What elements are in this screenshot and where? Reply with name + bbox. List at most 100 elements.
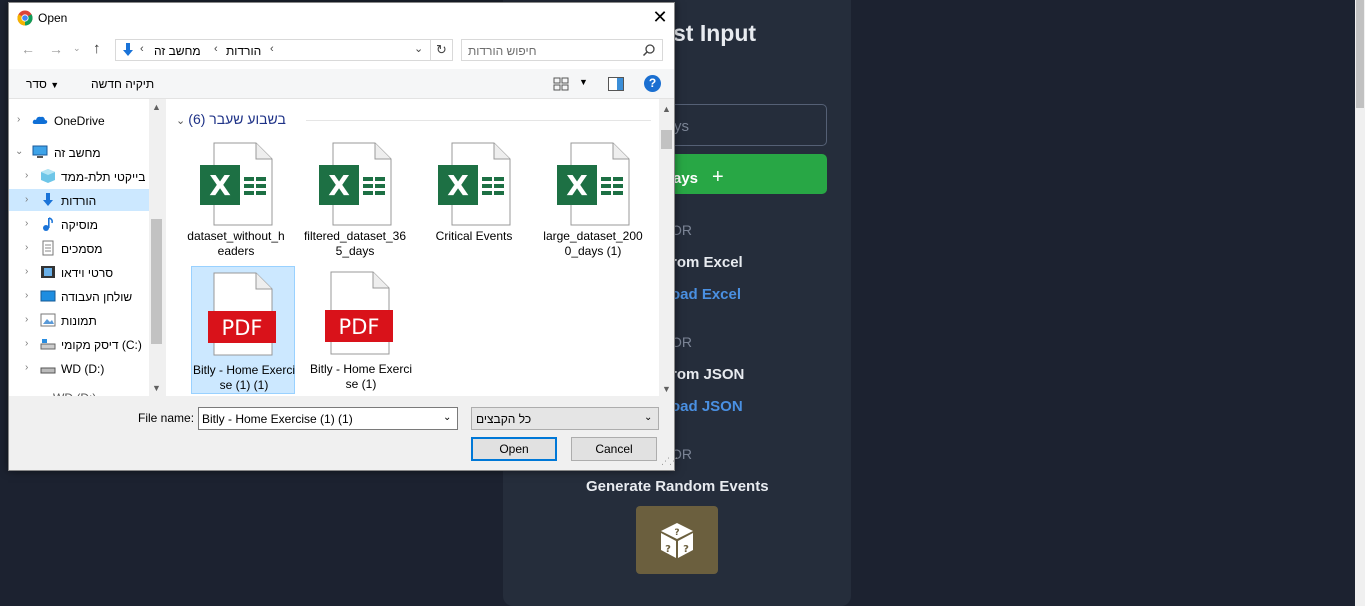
onedrive-icon [32,116,48,124]
from-excel-label: rom Excel [671,254,743,271]
nav-item-wd-drive-cut[interactable]: WD (D:) [9,386,149,396]
organize-button[interactable]: סדר ▼ [26,77,59,91]
scroll-up-icon[interactable]: ▲ [662,104,671,114]
desktop-icon [40,290,56,302]
resize-grip-icon[interactable]: ⋰⋰ [661,456,678,467]
file-pane-scroll-thumb[interactable] [661,130,672,149]
new-folder-button[interactable]: תיקיה חדשה [91,77,154,91]
page-scrollbar-thumb[interactable] [1356,0,1364,108]
expand-chevron-icon[interactable]: › [25,338,28,349]
file-type-value: כל הקבצים [476,412,532,426]
view-dropdown-icon[interactable]: ▼ [579,77,588,87]
expand-chevron-icon[interactable]: › [25,314,28,325]
nav-item-downloads[interactable]: › הורדות [9,189,149,211]
cancel-button[interactable]: Cancel [571,437,657,461]
upload-json-link[interactable]: oad JSON [671,398,743,415]
scroll-down-icon[interactable]: ▼ [152,383,161,393]
excel-file-icon: X [319,142,392,226]
nav-pane-scroll-thumb[interactable] [151,219,162,344]
open-file-dialog: Open ✕ ← → ⌄ ↑ ‹ מחשב זה ‹ הורדות ‹ ⌄ ↻ … [8,2,678,471]
dialog-toolbar: סדר ▼ תיקיה חדשה ▼ ? [9,69,674,99]
add-days-label: ays [673,170,699,187]
panel-title: st Input [673,20,757,46]
nav-item-documents[interactable]: › מסמכים [9,237,149,259]
breadcrumb-separator-icon: ‹ [140,43,144,55]
scroll-down-icon[interactable]: ▼ [662,384,671,394]
nav-item-pictures[interactable]: › תמונות [9,309,149,331]
videos-icon [41,266,55,278]
chevron-down-icon[interactable]: ⌄ [443,412,451,423]
close-icon: ✕ [652,7,668,27]
view-options-icon[interactable] [553,77,569,91]
svg-text:?: ? [674,528,679,538]
file-name-label: File name: [138,411,195,425]
file-pane-scrollbar[interactable]: ▲ ▼ [659,99,674,396]
address-dropdown-icon[interactable]: ⌄ [414,42,423,55]
refresh-button[interactable]: ↻ [430,40,452,60]
expand-chevron-icon[interactable]: › [25,218,28,229]
up-arrow-icon[interactable]: ↑ [93,40,101,57]
expand-chevron-icon[interactable]: › [25,362,28,373]
excel-file-icon: X [438,142,511,226]
expand-chevron-icon[interactable]: › [25,242,28,253]
search-input[interactable]: חיפוש הורדות [461,39,663,61]
file-tile[interactable]: X large_dataset_2000_days (1) [541,137,645,265]
nav-pane-scrollbar[interactable]: ▲ ▼ [149,99,164,396]
file-tile[interactable]: PDF Bitly - Home Exercise (1) [309,266,413,394]
breadcrumb-separator-icon: ‹ [270,43,274,55]
back-arrow-icon[interactable]: ← [21,41,35,57]
recent-locations-chevron-icon[interactable]: ⌄ [73,43,81,54]
expand-chevron-icon[interactable]: › [25,290,28,301]
expand-chevron-icon[interactable]: › [25,170,28,181]
address-bar[interactable]: ‹ מחשב זה ‹ הורדות ‹ ⌄ ↻ [115,39,453,61]
open-button[interactable]: Open [471,437,557,461]
nav-item-wd-drive[interactable]: › WD (D:) [9,357,149,379]
svg-text:PDF: PDF [222,316,263,340]
collapse-chevron-icon[interactable]: ⌄ [15,146,23,157]
expand-chevron-icon[interactable]: › [17,114,20,125]
expand-chevron-icon[interactable]: › [25,266,28,277]
file-tile[interactable]: X filtered_dataset_365_days [303,137,407,265]
file-name: Bitly - Home Exercise (1) [309,362,413,391]
file-tile[interactable]: X Critical Events [422,137,526,265]
file-name-value: Bitly - Home Exercise (1) (1) [202,412,353,426]
group-header-label: (6) בשבוע שעבר [188,111,286,127]
nav-item-this-pc[interactable]: ⌄ מחשב זה [9,141,149,163]
3d-objects-icon [41,169,55,183]
chrome-icon [17,10,33,26]
expand-chevron-icon[interactable]: › [25,194,28,205]
nav-item-label: OneDrive [54,114,105,128]
dialog-titlebar[interactable]: Open ✕ [9,3,674,31]
nav-item-music[interactable]: › מוסיקה [9,213,149,235]
this-pc-icon [32,145,48,158]
help-icon[interactable]: ? [644,75,661,92]
scroll-up-icon[interactable]: ▲ [152,102,161,112]
generate-random-label: Generate Random Events [586,478,769,495]
breadcrumb-this-pc[interactable]: מחשב זה [154,44,201,58]
group-header[interactable]: ⌄ (6) בשבוע שעבר [176,111,286,127]
file-tile[interactable]: X dataset_without_headers [184,137,288,265]
file-name-input[interactable]: Bitly - Home Exercise (1) (1) ⌄ [198,407,458,430]
nav-item-label: הורדות [61,194,97,208]
nav-item-3d-objects[interactable]: › בייקטי תלת-ממד [9,165,149,187]
navigation-pane: › OneDrive ⌄ מחשב זה › בייקטי תלת-ממד › … [9,99,164,396]
page-scrollbar[interactable] [1355,0,1365,606]
preview-pane-icon[interactable] [608,77,624,91]
nav-item-label: WD (D:) [61,362,105,376]
svg-text:?: ? [665,544,671,555]
upload-excel-link[interactable]: oad Excel [671,286,741,303]
file-type-select[interactable]: כל הקבצים ⌄ [471,407,659,430]
pdf-file-icon: PDF [325,271,393,355]
nav-item-local-disk[interactable]: › דיסק מקומי (C:) [9,333,149,355]
file-tile-selected[interactable]: PDF Bitly - Home Exercise (1) (1) [191,266,295,394]
nav-item-label: שולחן העבודה [61,290,133,304]
nav-item-onedrive[interactable]: › OneDrive [9,109,149,131]
generate-random-button[interactable]: ? ? ? [636,506,718,574]
nav-item-videos[interactable]: › סרטי וידאו [9,261,149,283]
forward-arrow-icon[interactable]: → [49,41,63,57]
dialog-footer: File name: Bitly - Home Exercise (1) (1)… [9,396,678,470]
file-name: Critical Events [435,229,513,243]
close-button[interactable]: ✕ [649,7,671,27]
nav-item-desktop[interactable]: › שולחן העבודה [9,285,149,307]
breadcrumb-downloads[interactable]: הורדות [226,44,261,58]
